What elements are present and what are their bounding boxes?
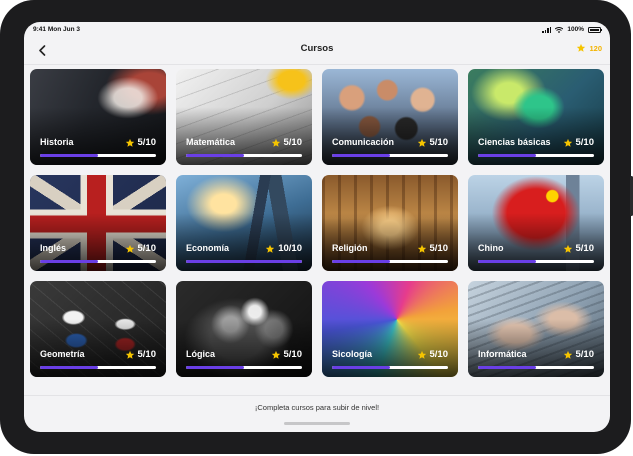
status-time: 9:41 Mon Jun 3 (33, 26, 80, 33)
progress-bar (478, 366, 594, 369)
home-indicator[interactable] (284, 422, 350, 425)
course-name: Economía (186, 243, 230, 253)
course-name: Historia (40, 137, 74, 147)
course-card-chino[interactable]: Chino 5/10 (468, 175, 604, 271)
status-right: 100% (542, 26, 602, 33)
course-card-economia[interactable]: Economía 10/10 (176, 175, 312, 271)
course-score: 10/10 (265, 243, 302, 254)
progress-bar (186, 260, 302, 263)
progress-bar (332, 154, 448, 157)
footer-message: ¡Completa cursos para subir de nivel! (254, 403, 380, 412)
star-icon (577, 43, 586, 52)
progress-bar (478, 260, 594, 263)
star-icon (125, 350, 134, 359)
status-bar: 9:41 Mon Jun 3 100% (24, 22, 610, 38)
progress-bar (40, 260, 156, 263)
course-name: Chino (478, 243, 504, 253)
star-icon (417, 138, 426, 147)
course-name: Comunicación (332, 137, 395, 147)
battery-percent: 100% (567, 26, 584, 33)
course-name: Sicología (332, 349, 373, 359)
tablet-frame: 9:41 Mon Jun 3 100% Cursos 120 Historia … (0, 0, 633, 454)
course-score: 5/10 (417, 349, 448, 360)
course-name: Geometría (40, 349, 85, 359)
course-score: 5/10 (271, 349, 302, 360)
star-icon (271, 138, 280, 147)
course-name: Informática (478, 349, 527, 359)
course-score: 5/10 (125, 243, 156, 254)
signal-icon (542, 26, 552, 33)
star-icon (563, 244, 572, 253)
course-score: 5/10 (563, 137, 594, 148)
progress-bar (186, 154, 302, 157)
progress-bar (332, 366, 448, 369)
course-name: Inglés (40, 243, 67, 253)
course-card-ingles[interactable]: Inglés 5/10 (30, 175, 166, 271)
course-score: 5/10 (563, 349, 594, 360)
course-card-comunicacion[interactable]: Comunicación 5/10 (322, 69, 458, 165)
star-icon (125, 138, 134, 147)
course-card-informatica[interactable]: Informática 5/10 (468, 281, 604, 377)
course-name: Religión (332, 243, 368, 253)
course-name: Matemática (186, 137, 236, 147)
star-icon (125, 244, 134, 253)
star-icon (417, 244, 426, 253)
course-card-ciencias-basicas[interactable]: Ciencias básicas 5/10 (468, 69, 604, 165)
coins-badge[interactable]: 120 (576, 43, 602, 53)
nav-bar: Cursos 120 (24, 38, 610, 64)
star-icon (563, 138, 572, 147)
course-name: Lógica (186, 349, 216, 359)
star-icon (266, 244, 275, 253)
course-card-geometria[interactable]: Geometría 5/10 (30, 281, 166, 377)
header-divider (24, 64, 610, 65)
progress-bar (186, 366, 302, 369)
progress-bar (40, 366, 156, 369)
footer-divider (24, 395, 610, 396)
battery-icon (588, 26, 602, 33)
course-card-matematica[interactable]: Matemática 5/10 (176, 69, 312, 165)
progress-bar (40, 154, 156, 157)
star-icon (417, 350, 426, 359)
course-score: 5/10 (125, 349, 156, 360)
progress-bar (332, 260, 448, 263)
course-score: 5/10 (417, 243, 448, 254)
course-card-religion[interactable]: Religión 5/10 (322, 175, 458, 271)
course-score: 5/10 (563, 243, 594, 254)
course-score: 5/10 (271, 137, 302, 148)
course-name: Ciencias básicas (478, 137, 551, 147)
progress-bar (478, 154, 594, 157)
app-screen: 9:41 Mon Jun 3 100% Cursos 120 Historia … (24, 22, 610, 432)
course-card-sicologia[interactable]: Sicología 5/10 (322, 281, 458, 377)
course-score: 5/10 (125, 137, 156, 148)
course-card-logica[interactable]: Lógica 5/10 (176, 281, 312, 377)
star-icon (271, 350, 280, 359)
course-score: 5/10 (417, 137, 448, 148)
page-title: Cursos (300, 43, 334, 54)
course-card-historia[interactable]: Historia 5/10 (30, 69, 166, 165)
coins-value: 120 (589, 43, 602, 53)
star-icon (563, 350, 572, 359)
wifi-icon (555, 26, 564, 33)
